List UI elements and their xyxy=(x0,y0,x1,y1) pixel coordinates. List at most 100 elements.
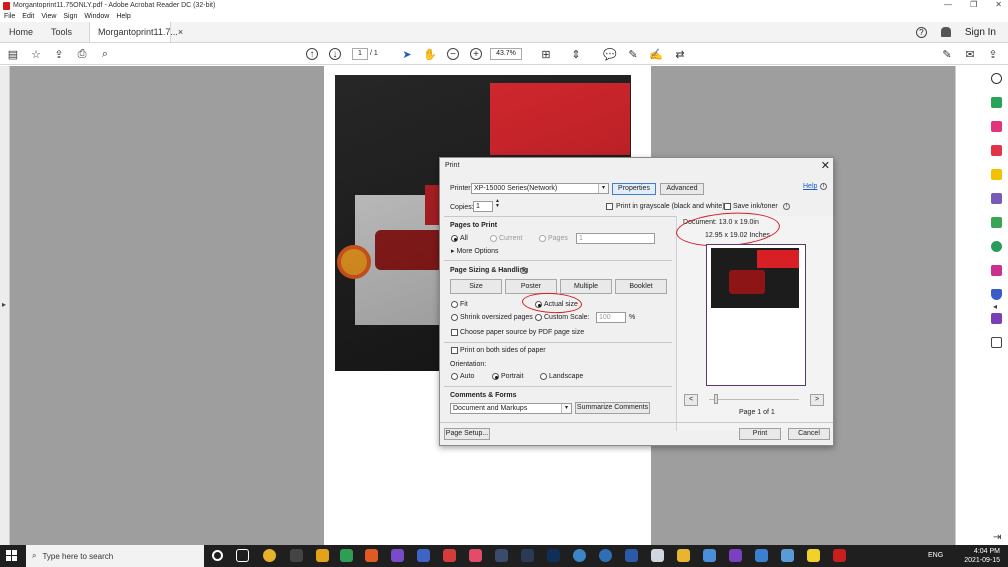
properties-button[interactable]: Properties xyxy=(612,183,656,195)
upload-icon[interactable]: ⇪ xyxy=(52,47,66,61)
tab-home[interactable]: Home xyxy=(0,22,42,42)
copies-stepper[interactable]: ▲ ▼ xyxy=(495,199,500,209)
advanced-button[interactable]: Advanced xyxy=(660,183,704,195)
preview-page-slider[interactable] xyxy=(709,399,799,400)
grayscale-checkbox[interactable] xyxy=(606,203,613,210)
tab-close-button[interactable]: × xyxy=(178,27,183,37)
cortana-icon[interactable] xyxy=(212,550,223,561)
app-icon-red[interactable] xyxy=(443,549,456,562)
page-number-input[interactable]: 1 xyxy=(352,48,368,60)
choose-paper-checkbox[interactable] xyxy=(451,329,458,336)
hand-tool-icon[interactable]: ✋ xyxy=(423,47,437,61)
taskbar-search-box[interactable]: ⌕ Type here to search xyxy=(26,545,204,567)
page-setup-button[interactable]: Page Setup... xyxy=(444,428,490,440)
more-tools-icon[interactable] xyxy=(991,337,1002,348)
zoom-tool-icon[interactable] xyxy=(991,73,1002,84)
print-icon[interactable]: ⎙ xyxy=(75,47,89,61)
select-tool-icon[interactable]: ➤ xyxy=(400,47,414,61)
maximize-button[interactable]: ❐ xyxy=(970,0,977,9)
app-icon-dots[interactable] xyxy=(495,549,508,562)
print-dialog-close-button[interactable]: ✕ xyxy=(821,159,830,172)
find-icon[interactable]: ⌕ xyxy=(98,47,112,61)
minimize-button[interactable]: — xyxy=(944,0,952,9)
preview-slider-thumb[interactable] xyxy=(714,394,718,404)
menu-file[interactable]: File xyxy=(4,13,15,20)
close-window-button[interactable]: ✕ xyxy=(995,0,1002,9)
pages-range-input[interactable]: 1 xyxy=(576,233,655,244)
size-button[interactable]: Size xyxy=(450,279,502,294)
upload-cloud-icon[interactable]: ⇪ xyxy=(986,47,1000,61)
save-ink-checkbox[interactable] xyxy=(724,203,731,210)
pages-current-radio[interactable] xyxy=(490,235,497,242)
bookmark-star-icon[interactable]: ☆ xyxy=(29,47,43,61)
summarize-comments-button[interactable]: Summarize Comments xyxy=(575,402,650,414)
app-icon-s[interactable] xyxy=(417,549,430,562)
notifications-icon[interactable] xyxy=(940,27,951,37)
help-link[interactable]: Help xyxy=(803,183,817,190)
save-icon[interactable]: ▤ xyxy=(6,47,20,61)
request-signature-icon[interactable] xyxy=(991,313,1002,324)
app-icon-blue[interactable] xyxy=(599,549,612,562)
scrolling-mode-icon[interactable]: ⇕ xyxy=(569,47,583,61)
preview-prev-button[interactable]: < xyxy=(684,394,698,406)
app-icon-grid[interactable] xyxy=(290,549,303,562)
zoom-in-icon[interactable]: + xyxy=(470,48,482,60)
app-icon-blue-circle[interactable] xyxy=(573,549,586,562)
fit-page-icon[interactable]: ⊞ xyxy=(539,47,553,61)
share-icon[interactable]: ⇄ xyxy=(673,47,687,61)
more-options-toggle[interactable]: ▸ More Options xyxy=(451,247,499,255)
app-icon-photos[interactable] xyxy=(755,549,768,562)
cancel-button[interactable]: Cancel xyxy=(788,428,830,440)
fill-sign-icon[interactable] xyxy=(991,265,1002,276)
comment-icon[interactable]: 💬 xyxy=(603,47,617,61)
sticky-notes-icon[interactable] xyxy=(807,549,820,562)
app-icon-a[interactable] xyxy=(316,549,329,562)
print-button[interactable]: Print xyxy=(739,428,781,440)
copies-input[interactable]: 1 xyxy=(473,201,493,212)
convert-icon[interactable] xyxy=(991,241,1002,252)
orientation-auto-radio[interactable] xyxy=(451,373,458,380)
app-icon-j[interactable] xyxy=(469,549,482,562)
app-icon-triangle[interactable] xyxy=(703,549,716,562)
app-icon-d[interactable] xyxy=(340,549,353,562)
help-icon[interactable]: ? xyxy=(915,26,927,38)
system-clock[interactable]: 4:04 PM 2021-09-15 xyxy=(964,547,1000,565)
poster-button[interactable]: Poster xyxy=(505,279,557,294)
custom-scale-input[interactable]: 100 xyxy=(596,312,626,323)
task-view-icon[interactable] xyxy=(236,549,249,562)
printer-select[interactable]: XP-15000 Series(Network) ▾ xyxy=(471,183,609,194)
both-sides-checkbox[interactable] xyxy=(451,347,458,354)
custom-scale-radio[interactable] xyxy=(535,314,542,321)
word-icon[interactable] xyxy=(625,549,638,562)
tab-document[interactable]: Morgantoprint11.7... × xyxy=(89,22,183,42)
booklet-button[interactable]: Booklet xyxy=(615,279,667,294)
compress-icon[interactable] xyxy=(991,217,1002,228)
orientation-landscape-radio[interactable] xyxy=(540,373,547,380)
app-icon-m[interactable] xyxy=(391,549,404,562)
menu-sign[interactable]: Sign xyxy=(63,13,77,20)
comments-forms-select[interactable]: Document and Markups ▾ xyxy=(450,403,572,414)
zoom-level-select[interactable]: 43.7% xyxy=(490,48,522,60)
combine-files-icon[interactable] xyxy=(991,193,1002,204)
next-page-icon[interactable]: ↓ xyxy=(329,48,341,60)
collapse-right-pane-icon[interactable]: ◂ xyxy=(993,302,997,311)
tab-tools[interactable]: Tools xyxy=(42,22,81,42)
fit-radio[interactable] xyxy=(451,301,458,308)
create-pdf-icon[interactable] xyxy=(991,145,1002,156)
app-icon-g[interactable] xyxy=(365,549,378,562)
comment-tool-icon[interactable] xyxy=(991,169,1002,180)
organize-pages-icon[interactable] xyxy=(991,121,1002,132)
pages-range-radio[interactable] xyxy=(539,235,546,242)
acrobat-taskbar-icon[interactable] xyxy=(833,549,846,562)
protect-icon[interactable] xyxy=(991,289,1002,300)
edit-pen-icon[interactable]: ✎ xyxy=(940,47,954,61)
language-indicator[interactable]: ENG xyxy=(928,552,943,559)
multiple-button[interactable]: Multiple xyxy=(560,279,612,294)
menu-help[interactable]: Help xyxy=(116,13,130,20)
shrink-radio[interactable] xyxy=(451,314,458,321)
preview-next-button[interactable]: > xyxy=(810,394,824,406)
email-icon[interactable]: ✉ xyxy=(963,47,977,61)
sign-icon[interactable]: ✍ xyxy=(649,47,663,61)
chrome-icon[interactable] xyxy=(263,549,276,562)
menu-window[interactable]: Window xyxy=(84,13,109,20)
